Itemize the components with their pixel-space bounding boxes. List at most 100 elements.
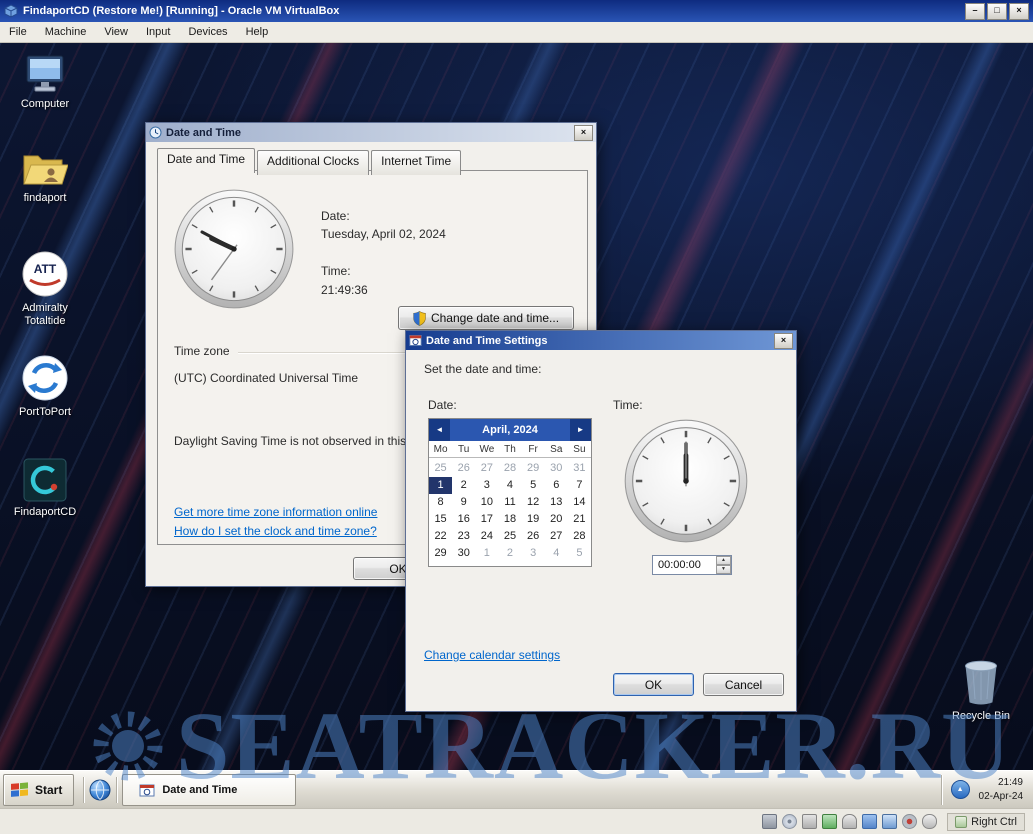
- desktop-icon-porttoport[interactable]: PortToPort: [8, 354, 82, 419]
- host-key-indicator: Right Ctrl: [947, 813, 1025, 831]
- audio-icon[interactable]: [802, 814, 817, 829]
- calendar-day[interactable]: 22: [429, 528, 452, 545]
- next-month-button[interactable]: ►: [570, 419, 591, 441]
- time-spinner[interactable]: 00:00:00 ▲ ▼: [652, 555, 732, 575]
- network-icon[interactable]: [822, 814, 837, 829]
- mouse-integration-icon[interactable]: [922, 814, 937, 829]
- dialog-titlebar[interactable]: Date and Time ×: [146, 123, 596, 142]
- calendar-day[interactable]: 27: [545, 528, 568, 545]
- calendar-day[interactable]: 7: [568, 477, 591, 494]
- close-icon[interactable]: ×: [1009, 3, 1029, 20]
- calendar-day[interactable]: 28: [498, 460, 521, 477]
- prev-month-button[interactable]: ◄: [429, 419, 450, 441]
- taskbar-button-date-and-time[interactable]: Date and Time: [122, 774, 296, 806]
- calendar-day[interactable]: 5: [568, 545, 591, 562]
- calendar-day[interactable]: 26: [452, 460, 475, 477]
- clock-help-link[interactable]: How do I set the clock and time zone?: [174, 524, 377, 538]
- time-field-value[interactable]: 00:00:00: [653, 556, 716, 574]
- usb-icon[interactable]: [842, 814, 857, 829]
- recording-icon[interactable]: [902, 814, 917, 829]
- calendar-day[interactable]: 30: [452, 545, 475, 562]
- calendar-day[interactable]: 8: [429, 494, 452, 511]
- calendar-day[interactable]: 13: [545, 494, 568, 511]
- calendar-day[interactable]: 21: [568, 511, 591, 528]
- calendar-day[interactable]: 14: [568, 494, 591, 511]
- calendar-day[interactable]: 3: [475, 477, 498, 494]
- calendar-day[interactable]: 4: [498, 477, 521, 494]
- tab-internet-time[interactable]: Internet Time: [371, 150, 461, 175]
- calendar-day[interactable]: 17: [475, 511, 498, 528]
- calendar-day[interactable]: 4: [545, 545, 568, 562]
- desktop-icon-findaportcd[interactable]: FindaportCD: [8, 458, 82, 519]
- change-date-time-button[interactable]: Change date and time...: [398, 306, 574, 330]
- calendar-day[interactable]: 27: [475, 460, 498, 477]
- calendar-day[interactable]: 23: [452, 528, 475, 545]
- calendar-header: ◄ April, 2024 ►: [429, 419, 591, 441]
- calendar-day[interactable]: 12: [522, 494, 545, 511]
- calendar-day[interactable]: 25: [429, 460, 452, 477]
- calendar-day[interactable]: 9: [452, 494, 475, 511]
- date-time-task-icon: [139, 783, 155, 797]
- ok-button[interactable]: OK: [613, 673, 694, 696]
- calendar-day[interactable]: 10: [475, 494, 498, 511]
- spin-down-icon[interactable]: ▼: [716, 565, 731, 574]
- menu-help[interactable]: Help: [237, 23, 278, 41]
- tray-clock[interactable]: 21:49 02-Apr-24: [979, 776, 1023, 803]
- calendar-day[interactable]: 25: [498, 528, 521, 545]
- calendar-day[interactable]: 16: [452, 511, 475, 528]
- tab-date-and-time[interactable]: Date and Time: [157, 148, 255, 173]
- cancel-button[interactable]: Cancel: [703, 673, 784, 696]
- taskbar-divider: [83, 777, 84, 803]
- calendar-day[interactable]: 20: [545, 511, 568, 528]
- desktop-icon-computer[interactable]: Computer: [8, 54, 82, 111]
- calendar-day[interactable]: 2: [452, 477, 475, 494]
- calendar-day[interactable]: 2: [498, 545, 521, 562]
- start-button[interactable]: Start: [3, 774, 74, 806]
- spin-up-icon[interactable]: ▲: [716, 556, 731, 565]
- desktop-icon-findaport[interactable]: findaport: [8, 148, 82, 205]
- calendar-day[interactable]: 1: [475, 545, 498, 562]
- desktop-icon-recycle-bin[interactable]: Recycle Bin: [944, 658, 1018, 723]
- desktop-icon-admiralty-totaltide[interactable]: ATT Admiralty Totaltide: [8, 250, 82, 327]
- calendar-day[interactable]: 31: [568, 460, 591, 477]
- menu-input[interactable]: Input: [137, 23, 179, 41]
- calendar-day[interactable]: 15: [429, 511, 452, 528]
- optical-disk-icon[interactable]: [782, 814, 797, 829]
- quick-launch-globe-icon[interactable]: [89, 779, 111, 801]
- calendar-day[interactable]: 19: [522, 511, 545, 528]
- menu-view[interactable]: View: [95, 23, 137, 41]
- tab-additional-clocks[interactable]: Additional Clocks: [257, 150, 369, 175]
- close-icon[interactable]: ×: [574, 125, 593, 141]
- dialog-titlebar[interactable]: Date and Time Settings ×: [406, 331, 796, 350]
- recycle-bin-icon: [960, 658, 1002, 706]
- menu-devices[interactable]: Devices: [179, 23, 236, 41]
- menu-file[interactable]: File: [0, 23, 36, 41]
- timezone-info-link[interactable]: Get more time zone information online: [174, 505, 377, 519]
- shared-folders-icon[interactable]: [862, 814, 877, 829]
- calendar-day[interactable]: 6: [545, 477, 568, 494]
- calendar-day[interactable]: 29: [522, 460, 545, 477]
- day-header: Mo: [429, 444, 452, 455]
- tray-chevron-icon[interactable]: ▲: [951, 780, 970, 799]
- change-calendar-settings-link[interactable]: Change calendar settings: [424, 648, 560, 662]
- menu-machine[interactable]: Machine: [36, 23, 96, 41]
- minimize-icon[interactable]: –: [965, 3, 985, 20]
- calendar-day[interactable]: 18: [498, 511, 521, 528]
- calendar-day[interactable]: 29: [429, 545, 452, 562]
- calendar-day[interactable]: 30: [545, 460, 568, 477]
- calendar-day[interactable]: 5: [522, 477, 545, 494]
- date-label: Date:: [321, 209, 350, 223]
- maximize-icon[interactable]: □: [987, 3, 1007, 20]
- calendar-month-label[interactable]: April, 2024: [450, 424, 570, 436]
- calendar-day[interactable]: 11: [498, 494, 521, 511]
- calendar-day[interactable]: 28: [568, 528, 591, 545]
- display-icon[interactable]: [882, 814, 897, 829]
- calendar-day[interactable]: 1: [429, 477, 452, 494]
- hard-disk-icon[interactable]: [762, 814, 777, 829]
- close-icon[interactable]: ×: [774, 333, 793, 349]
- calendar-day[interactable]: 26: [522, 528, 545, 545]
- vbox-statusbar: Right Ctrl: [0, 808, 1033, 834]
- calendar-day[interactable]: 3: [522, 545, 545, 562]
- change-date-time-label: Change date and time...: [431, 311, 559, 325]
- calendar-day[interactable]: 24: [475, 528, 498, 545]
